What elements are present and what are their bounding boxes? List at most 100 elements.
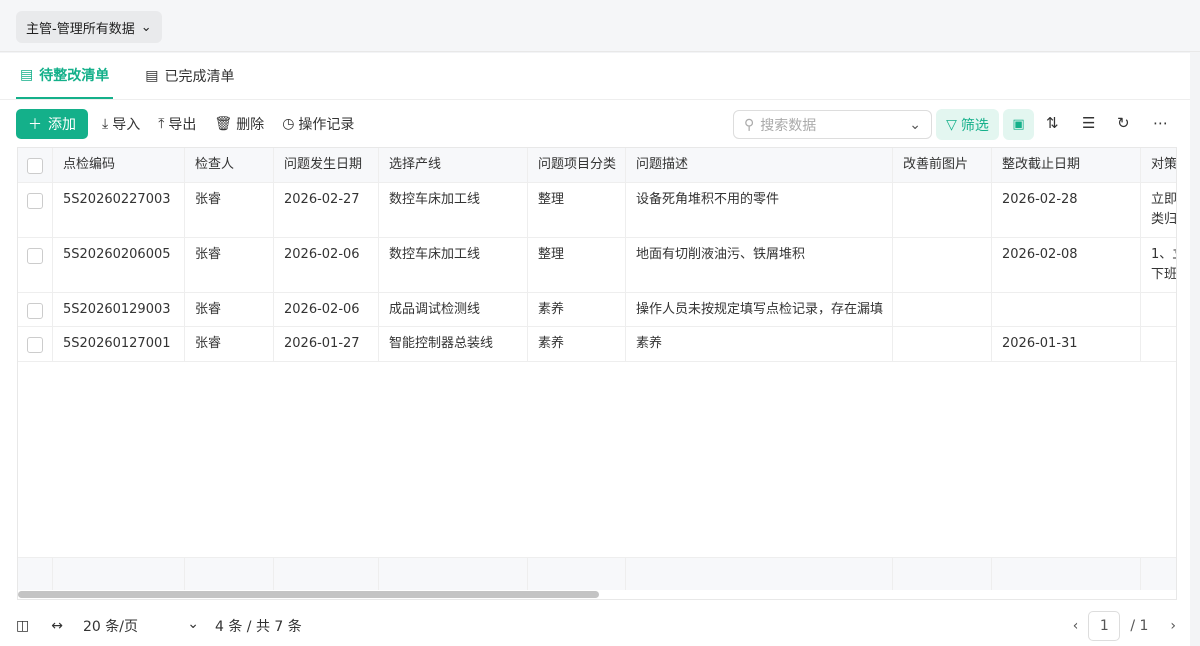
search-placeholder: 搜索数据 [760,117,817,134]
summary-row [18,557,1176,590]
checkbox-cell [18,183,53,237]
table-cell: 2026-01-27 [274,327,379,361]
prev-page-icon[interactable]: ‹ [1073,618,1079,634]
summary-cell [893,558,992,590]
table-cell [893,238,992,292]
group-icon[interactable]: ☰ [1082,114,1095,132]
view-toggle-button[interactable]: ▣ [1003,109,1034,140]
chevron-down-icon: ⌄ [187,616,199,632]
table-cell: 立即 类归 [1141,183,1176,237]
table-cell: 操作人员未按规定填写点检记录，存在漏填 [626,293,893,326]
summary-cell [528,558,626,590]
role-label: 主管-管理所有数据 [26,21,135,37]
table-row[interactable]: 5S20260129003 张睿 2026-02-06 成品调试检测线 素养 操作人员未按… [18,293,1176,327]
table-cell: 5S20260127001 [53,327,185,361]
table-cell: 2026-02-06 [274,238,379,292]
clock-icon: ◷ [282,116,295,132]
table-cell: 设备死角堆积不用的零件 [626,183,893,237]
row-checkbox[interactable] [27,337,43,353]
table-cell: 2026-02-27 [274,183,379,237]
summary-cell [274,558,379,590]
table-row[interactable]: 5S20260206005 张睿 2026-02-06 数控车床加工线 整理 地面有切削液… [18,238,1176,293]
table-cell: 素养 [528,293,626,326]
delete-button[interactable]: 🗑 删除 [214,114,264,134]
row-checkbox[interactable] [27,248,43,264]
total-pages: / 1 [1130,618,1149,634]
more-icon[interactable]: ⋯ [1153,114,1168,132]
summary-cell [185,558,274,590]
card-icon: ▣ [1012,117,1025,132]
filter-button[interactable]: ▽ 筛选 [936,109,999,140]
table-cell: 张睿 [185,327,274,361]
checkbox-cell [18,148,53,182]
column-header[interactable]: 问题项目分类 [528,148,626,182]
table-cell: 2026-02-06 [274,293,379,326]
summary-cell [1141,558,1176,590]
column-header[interactable]: 点检编码 [53,148,185,182]
table-cell [1141,327,1176,361]
next-page-icon[interactable]: › [1170,618,1176,634]
table-row[interactable]: 5S20260127001 张睿 2026-01-27 智能控制器总装线 素养 素养 202… [18,327,1176,362]
history-button[interactable]: ◷ 操作记录 [282,114,354,134]
column-header[interactable]: 整改截止日期 [992,148,1141,182]
export-button[interactable]: ⤒ 导出 [158,114,196,134]
role-selector[interactable]: 主管-管理所有数据 ⌄ [16,11,162,43]
table-cell: 5S20260206005 [53,238,185,292]
column-header[interactable]: 问题发生日期 [274,148,379,182]
summary-cell [626,558,893,590]
import-label: 导入 [112,117,141,133]
table-cell: 1、立 下班 [1141,238,1176,292]
import-button[interactable]: ⤓ 导入 [102,114,140,134]
table-cell [893,293,992,326]
main-panel: ▤ 待整改清单 ▤ 已完成清单 ＋ 添加 ⤓ 导入 ⤒ 导出 🗑 删除 ◷ 操作记录 ⚲ 搜索数… [0,53,1190,646]
record-summary: 4 条 / 共 7 条 [214,619,302,635]
column-header[interactable]: 选择产线 [379,148,528,182]
table-cell: 2026-01-31 [992,327,1141,361]
refresh-icon[interactable]: ↻ [1117,114,1130,132]
trash-icon: 🗑 [214,116,233,132]
upload-icon: ⤒ [158,116,165,132]
sort-icon[interactable]: ⇅ [1046,114,1059,132]
column-header[interactable]: 检查人 [185,148,274,182]
horizontal-scrollbar[interactable] [18,591,599,598]
row-checkbox[interactable] [27,193,43,209]
table-cell: 数控车床加工线 [379,238,528,292]
table-cell: 成品调试检测线 [379,293,528,326]
page-size-select[interactable]: 20 条/页 ⌄ [83,616,199,636]
column-header[interactable]: 问题描述 [626,148,893,182]
table-cell: 2026-02-08 [992,238,1141,292]
table-cell: 5S20260129003 [53,293,185,326]
summary-cell [992,558,1141,590]
panel-toggle-icon[interactable]: ◫ [16,618,29,634]
column-header[interactable]: 改善前图片 [893,148,992,182]
table-cell [992,293,1141,326]
row-checkbox[interactable] [27,158,43,174]
chevron-down-icon: ⌄ [909,116,921,133]
table-cell: 素养 [528,327,626,361]
tab-completed[interactable]: ▤ 已完成清单 [141,53,238,99]
column-width-icon[interactable]: ↔ [51,618,63,634]
add-label: 添加 [48,117,76,133]
table-cell: 5S20260227003 [53,183,185,237]
tab-label: 待整改清单 [39,68,110,84]
add-button[interactable]: ＋ 添加 [16,109,88,139]
table-cell: 2026-02-28 [992,183,1141,237]
table-cell: 张睿 [185,293,274,326]
table-icon: ▤ [20,67,34,83]
page-input[interactable]: 1 [1088,611,1121,641]
row-checkbox[interactable] [27,303,43,319]
chevron-down-icon: ⌄ [140,19,152,35]
search-input[interactable]: ⚲ 搜索数据 ⌄ [733,110,932,139]
column-header[interactable]: 对策 [1141,148,1176,182]
table-cell: 整理 [528,183,626,237]
history-label: 操作记录 [298,117,355,133]
plus-icon: ＋ [28,117,42,133]
table-row[interactable]: 5S20260227003 张睿 2026-02-27 数控车床加工线 整理 设备死角堆积… [18,183,1176,238]
checkbox-cell [18,238,53,292]
table-cell: 智能控制器总装线 [379,327,528,361]
table-cell [893,183,992,237]
tab-pending[interactable]: ▤ 待整改清单 [16,53,114,99]
current-page: 1 [1099,618,1109,634]
table-cell: 地面有切削液油污、铁屑堆积 [626,238,893,292]
checkbox-cell [18,293,53,326]
